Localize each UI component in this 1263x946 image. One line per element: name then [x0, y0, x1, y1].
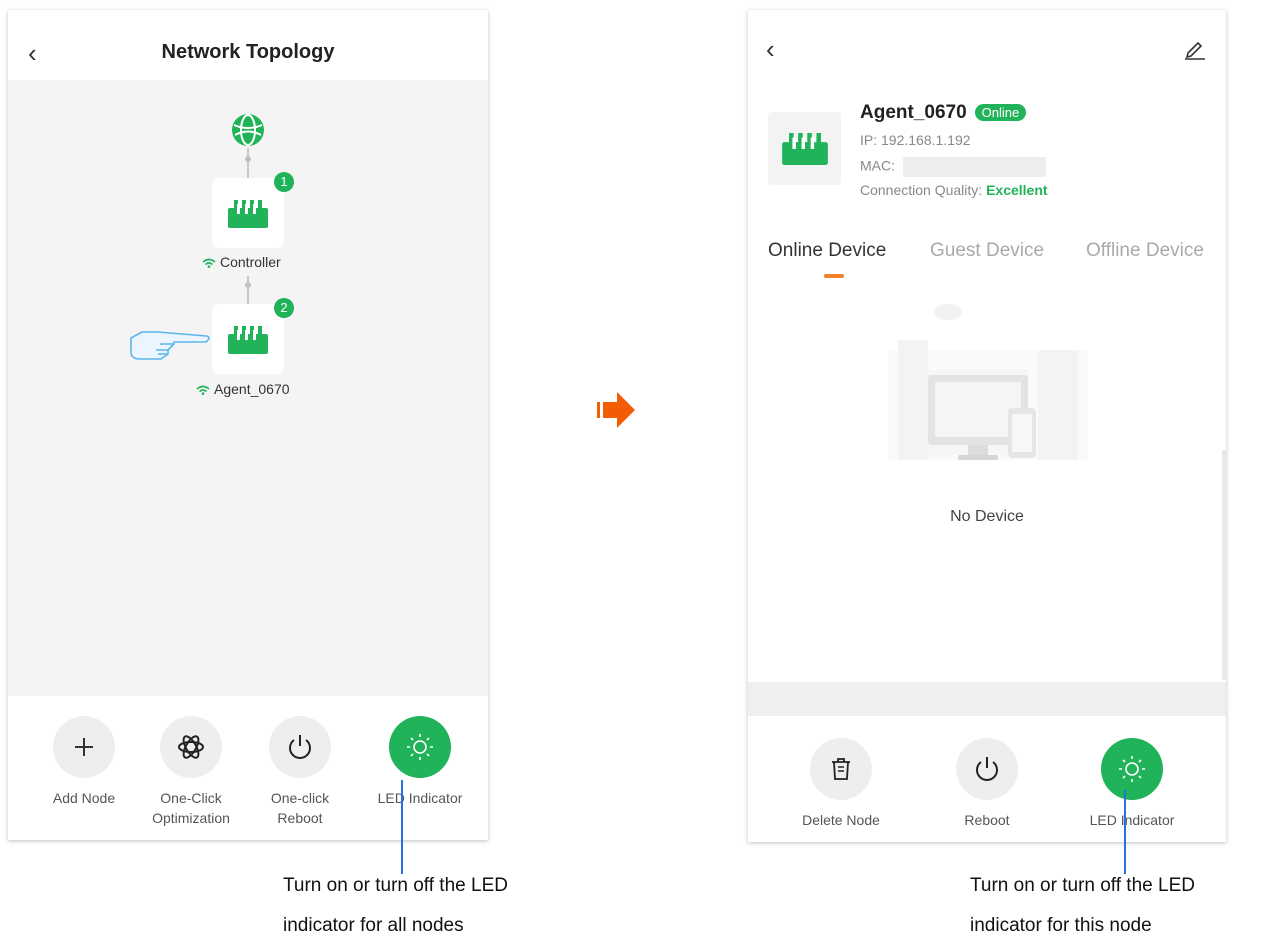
reboot-circle [269, 716, 331, 778]
node-agent[interactable]: 2 [212, 298, 294, 374]
wifi-icon [196, 386, 210, 396]
tab-offline-device[interactable]: Offline Device [1086, 240, 1204, 262]
trash-icon [832, 758, 850, 780]
reboot-button[interactable]: Reboot [947, 738, 1027, 830]
back-button[interactable]: ‹ [766, 36, 775, 62]
tab-online-device[interactable]: Online Device [768, 240, 886, 262]
add-node-circle [53, 716, 115, 778]
action-label: One-click Reboot [270, 790, 330, 826]
router-icon [781, 132, 828, 165]
reboot-circle [956, 738, 1018, 800]
action-label: LED Indicator [377, 790, 463, 806]
link-dot [245, 282, 251, 288]
node-badge: 1 [274, 172, 294, 192]
action-label: LED Indicator [1089, 812, 1175, 828]
led-circle [389, 716, 451, 778]
optimization-circle [160, 716, 222, 778]
action-label: One-Click Optimization [152, 790, 230, 826]
action-label: Add Node [52, 790, 116, 806]
led-indicator-button[interactable]: LED Indicator [370, 716, 470, 808]
delete-circle [810, 738, 872, 800]
add-node-button[interactable]: Add Node [48, 716, 120, 808]
node-action-bar: Delete Node Reboot LED Indicator [748, 716, 1226, 842]
link-dot [245, 156, 251, 162]
mac-redacted [902, 157, 1046, 177]
page-title: Network Topology [161, 41, 335, 63]
pointing-hand-icon [130, 331, 210, 360]
connection-quality: Connection Quality: Excellent [860, 182, 1048, 198]
empty-state-text: No Device [950, 508, 1024, 525]
annotation-text: Turn on or turn off the LED indicator fo… [970, 875, 1195, 936]
quality-value: Excellent [986, 182, 1048, 198]
one-click-reboot-button[interactable]: One-click Reboot [260, 716, 340, 828]
link-line [247, 148, 249, 178]
led-icon [407, 734, 433, 760]
internet-globe-icon [232, 114, 264, 146]
network-topology-screen: ‹ Network Topology 1 Controller 2 Agent_… [8, 10, 488, 840]
node-label-controller: Controller [202, 254, 281, 270]
status-badge: Online [974, 104, 1027, 122]
action-label: Delete Node [802, 812, 880, 828]
led-circle [1101, 738, 1163, 800]
tab-guest-device[interactable]: Guest Device [930, 240, 1044, 262]
ip-address: IP: 192.168.1.192 [860, 132, 971, 148]
device-thumbnail [768, 112, 841, 185]
node-controller[interactable]: 1 [212, 172, 294, 248]
link-line [247, 276, 249, 304]
quality-label: Connection Quality: [860, 182, 983, 198]
device-name-row: Agent_0670 Online [860, 102, 1027, 124]
empty-devices-illustration [888, 304, 1088, 460]
plus-icon [75, 738, 93, 756]
topology-canvas: 1 Controller 2 Agent_0670 [8, 80, 488, 696]
led-icon [1119, 756, 1145, 782]
arrow-right-icon [597, 392, 635, 428]
power-icon [976, 757, 998, 781]
one-click-optimization-button[interactable]: One-Click Optimization [140, 716, 242, 828]
action-label: Reboot [964, 812, 1010, 828]
annotation-line [401, 780, 403, 874]
router-icon [228, 200, 268, 228]
node-detail-screen: ‹ Agent_0670 Online IP: 192.168.1.192 MAC… [748, 10, 1226, 842]
action-bar: Add Node One-Click Optimization One-clic… [8, 696, 488, 840]
mac-label: MAC: [860, 157, 895, 174]
router-icon [228, 326, 268, 354]
edit-icon[interactable] [1184, 38, 1206, 60]
delete-node-button[interactable]: Delete Node [794, 738, 888, 830]
wifi-icon [202, 259, 216, 269]
annotation-line [1124, 790, 1126, 874]
power-icon [289, 735, 311, 759]
annotation-text: Turn on or turn off the LED indicator fo… [283, 875, 508, 936]
atom-icon [178, 735, 204, 759]
node-label-agent: Agent_0670 [196, 381, 290, 397]
mac-row: MAC: [860, 157, 1046, 177]
led-indicator-button[interactable]: LED Indicator [1082, 738, 1182, 830]
device-name: Agent_0670 [860, 102, 967, 123]
tab-indicator [824, 274, 844, 278]
section-divider [748, 682, 1226, 716]
node-badge: 2 [274, 298, 294, 318]
scrollbar[interactable] [1222, 450, 1226, 680]
